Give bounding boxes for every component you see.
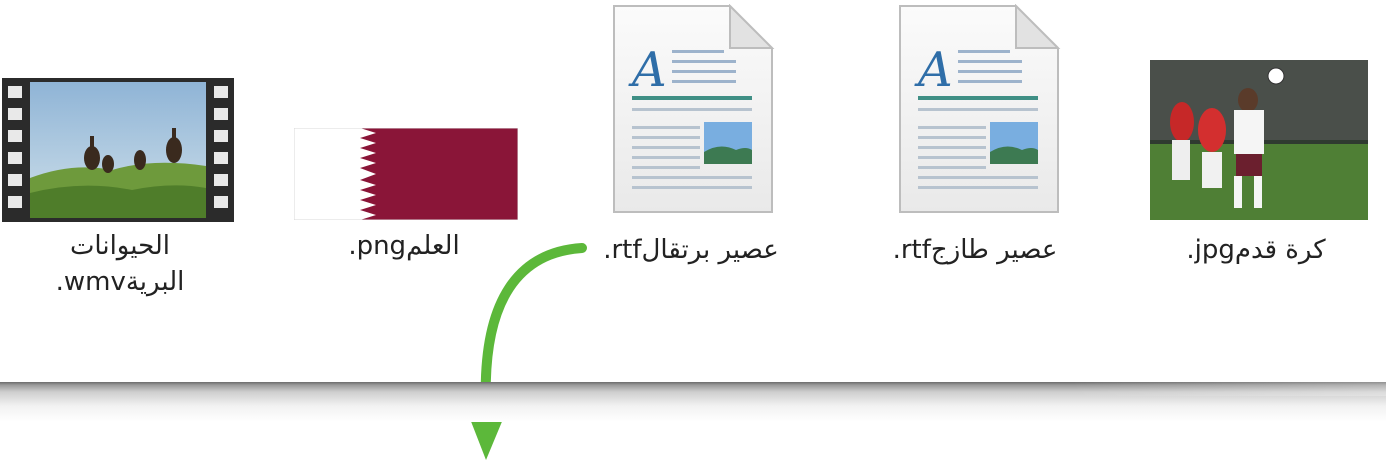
file-wildlife-video[interactable]: الحيوانات .wmvالبرية [0,78,240,318]
file-name-label: .rtfعصير برتقال [603,235,779,265]
flag-image-icon [294,128,518,220]
shelf-highlight [1070,382,1386,396]
curved-arrow-icon [458,243,587,460]
football-photo-icon [1150,60,1368,220]
svg-text:A: A [914,42,953,98]
file-name-label: الحيوانات .wmvالبرية [55,231,185,297]
file-football-photo[interactable]: .jpgكرة قدم [1140,60,1372,300]
file-orange-juice-doc[interactable]: A .rtfعصير برتقال [586,0,796,300]
rtf-document-icon: A [899,4,1061,213]
rtf-document-icon: A [613,4,775,213]
file-fresh-juice-doc[interactable]: A .rtfعصير طازج [870,0,1080,300]
video-thumbnail-icon [2,78,234,222]
file-name-label: .rtfعصير طازج [892,235,1058,265]
svg-text:A: A [628,42,667,98]
file-name-label: .jpgكرة قدم [1186,235,1326,265]
